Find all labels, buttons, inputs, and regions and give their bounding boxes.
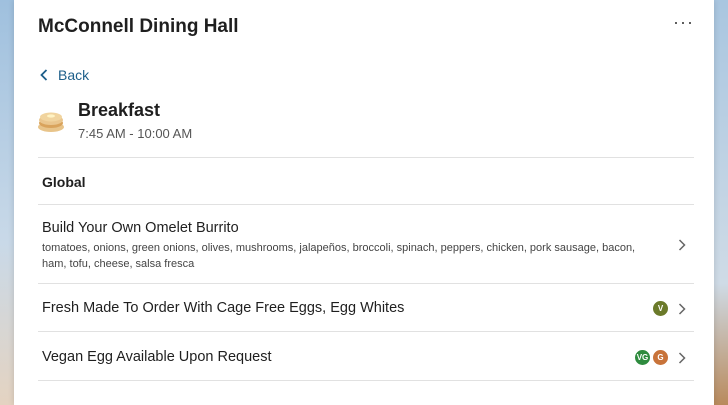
divider <box>38 157 694 158</box>
page-title: McConnell Dining Hall <box>38 16 239 37</box>
meal-time: 7:45 AM - 10:00 AM <box>78 126 193 141</box>
section-title: Global <box>42 174 86 190</box>
vegan-badge: VG <box>635 350 650 365</box>
menu-item-description: tomatoes, onions, green onions, olives, … <box>42 242 636 270</box>
background-right <box>714 0 728 405</box>
menu-item-name: Fresh Made To Order With Cage Free Eggs,… <box>42 300 405 316</box>
menu-item-cage-free-eggs[interactable]: Fresh Made To Order With Cage Free Eggs,… <box>38 284 694 331</box>
dining-hall-panel: McConnell Dining Hall ··· Back Breakfast… <box>14 0 714 405</box>
menu-item-name: Vegan Egg Available Upon Request <box>42 349 272 365</box>
menu-item-vegan-egg[interactable]: Vegan Egg Available Upon Request VG G <box>38 332 694 380</box>
menu-item-omelet-burrito[interactable]: Build Your Own Omelet Burrito tomatoes, … <box>38 205 694 283</box>
back-label: Back <box>58 67 90 83</box>
back-button[interactable]: Back <box>40 67 89 83</box>
meal-title: Breakfast <box>78 100 161 120</box>
divider <box>38 380 694 381</box>
chevron-right-icon <box>678 239 686 251</box>
chevron-right-icon <box>678 352 686 364</box>
more-options-icon[interactable]: ··· <box>673 12 694 33</box>
menu-item-name: Build Your Own Omelet Burrito <box>42 220 239 236</box>
background-left <box>0 0 14 405</box>
chevron-left-icon <box>40 69 48 81</box>
chevron-right-icon <box>678 303 686 315</box>
pancakes-icon <box>38 112 64 132</box>
vegetarian-badge: V <box>653 301 668 316</box>
gluten-badge: G <box>653 350 668 365</box>
